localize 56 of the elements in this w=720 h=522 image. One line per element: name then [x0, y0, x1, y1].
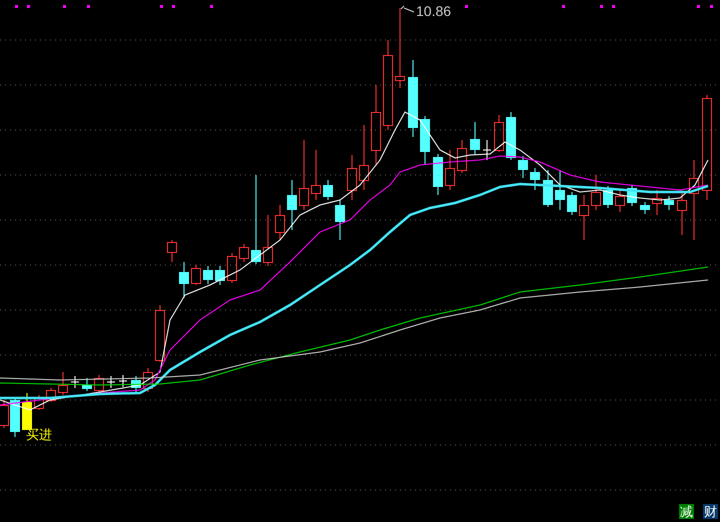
badge[interactable]: 财: [703, 504, 718, 519]
candlestick: [603, 186, 613, 208]
candlestick: [34, 394, 44, 410]
candlestick: [287, 180, 297, 230]
candlestick: [70, 376, 80, 388]
candlestick: [494, 114, 504, 152]
candlestick: [445, 150, 455, 190]
high-price-label: 10.86: [416, 4, 452, 18]
candlestick: [94, 374, 104, 392]
candlestick: [179, 262, 189, 298]
candlestick: [543, 170, 553, 208]
candlestick: [239, 244, 249, 262]
candlestick: [263, 214, 273, 266]
candlestick: [664, 196, 674, 210]
candlestick: [567, 192, 577, 216]
signal-bar: [22, 392, 32, 430]
candlestick: [615, 190, 625, 212]
candlestick: [579, 194, 589, 240]
candlestick: [420, 116, 430, 166]
candlestick: [10, 398, 20, 438]
candlestick: [167, 240, 177, 262]
candlestick: [433, 154, 443, 196]
candlestick: [46, 388, 56, 402]
candlestick: [191, 264, 201, 286]
candlestick: [311, 150, 321, 200]
candlestick: [203, 266, 213, 284]
candlestick: [323, 180, 333, 200]
candlestick: [275, 204, 285, 240]
candlestick: [299, 140, 309, 210]
candlestick: [82, 378, 92, 392]
candlestick: [506, 112, 516, 160]
candlestick: [118, 374, 128, 388]
candlestick: [359, 124, 369, 190]
candlestick: [482, 140, 492, 160]
candlestick: [640, 202, 650, 214]
candlestick: [58, 372, 68, 396]
candlestick: [143, 368, 153, 392]
badge[interactable]: 减: [679, 504, 694, 519]
candlestick: [677, 190, 687, 236]
candlestick: [106, 376, 116, 388]
candlestick: [518, 156, 528, 178]
candlestick: [215, 266, 225, 286]
candlestick: [0, 400, 9, 428]
candlestick: [627, 184, 637, 206]
candlestick: [457, 140, 467, 174]
candlestick: [591, 174, 601, 210]
candlestick: [652, 190, 662, 216]
leader-line: [400, 6, 414, 12]
candlestick: [555, 170, 565, 210]
candlestick: [347, 154, 357, 200]
candlestick: [530, 168, 540, 190]
candlestick: [131, 376, 141, 392]
candlestick: [227, 252, 237, 284]
candlestick: [470, 122, 480, 156]
candlestick: [335, 200, 345, 240]
candlestick: [155, 304, 165, 362]
